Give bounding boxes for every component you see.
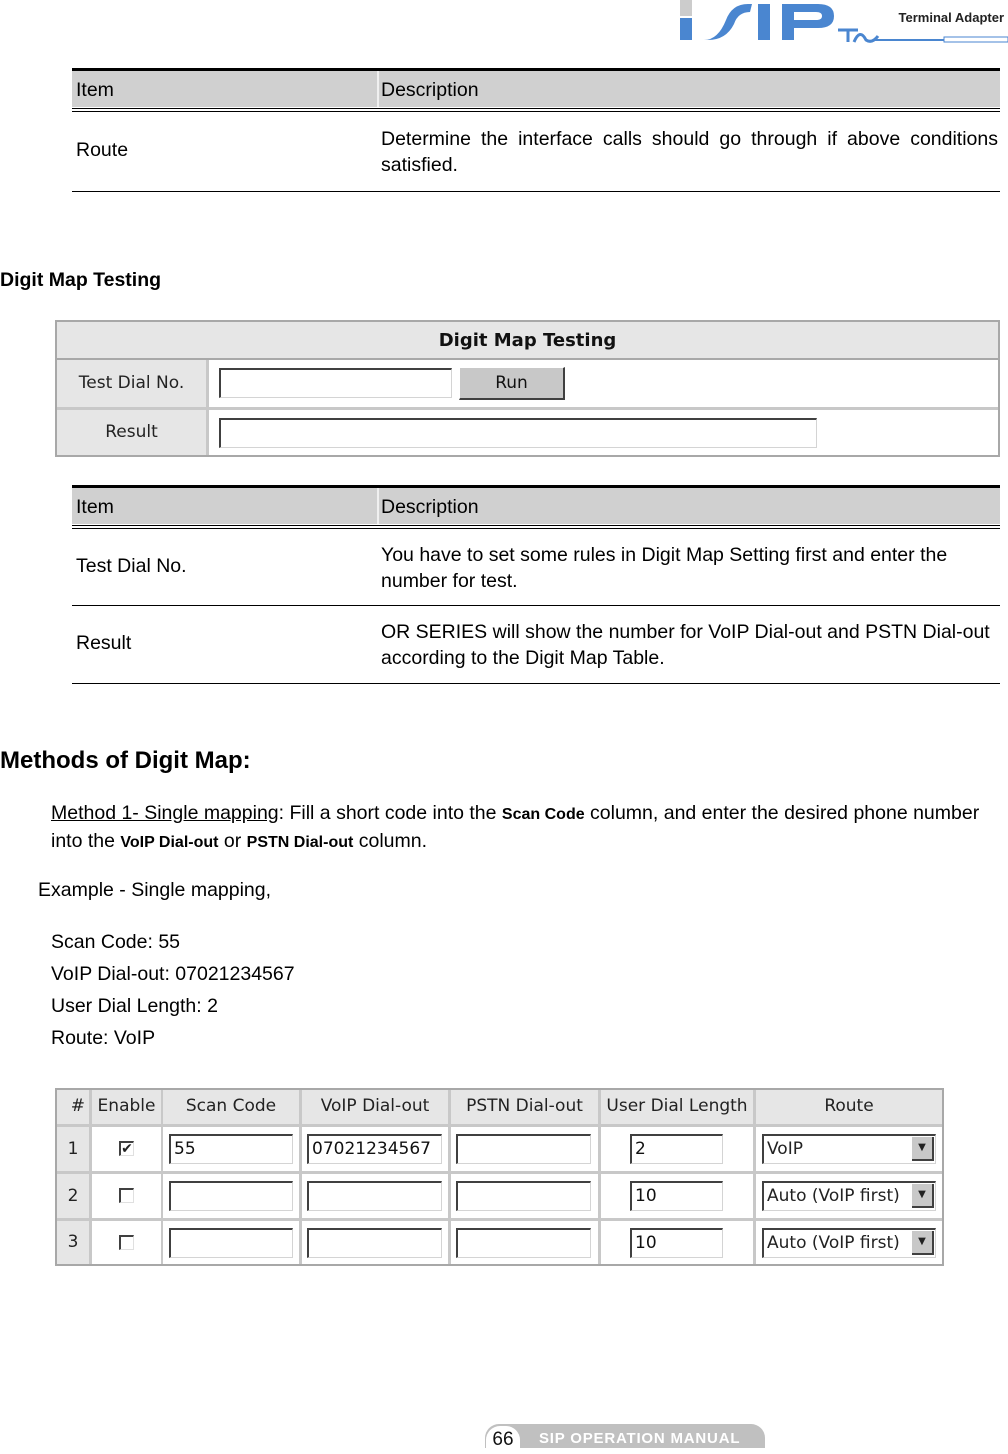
col-header-scan-code: Scan Code [163,1090,299,1124]
dropdown-arrow-icon[interactable]: ▼ [912,1231,934,1255]
table-row: Route Determine the interface calls shou… [72,112,1000,192]
manual-title: SIP OPERATION MANUAL [539,1430,741,1447]
table-header: Item Description [72,485,1000,529]
col-header-pstn-dial-out: PSTN Dial-out [451,1090,598,1124]
digit-map-grid: # Enable Scan Code VoIP Dial-out PSTN Di… [55,1088,944,1266]
table-header: Item Description [72,68,1000,112]
bold-term: VoIP Dial-out [120,834,219,851]
table-row: Result OR SERIES will show the number fo… [72,606,1000,684]
table-row: Test Dial No. You have to set some rules… [72,529,1000,606]
section-title-methods: Methods of Digit Map: [0,747,251,774]
col-header-enable: Enable [92,1090,161,1124]
row-item: Test Dial No. [76,555,187,577]
user-dial-length-input[interactable]: 10 [630,1181,723,1211]
col-header-route: Route [756,1090,942,1124]
method-1-link[interactable]: Method 1- Single mapping [51,802,279,824]
bold-term: PSTN Dial-out [246,834,354,851]
row-item: Result [76,632,132,654]
voip-dial-out-input[interactable]: 07021234567 [307,1134,442,1164]
example-line: VoIP Dial-out: 07021234567 [51,963,295,985]
scan-code-input[interactable]: 55 [169,1134,293,1164]
route-select-value: VoIP [767,1139,803,1159]
route-select[interactable]: Auto (VoIP first) ▼ [762,1181,936,1211]
row-description: You have to set some rules in Digit Map … [381,544,948,592]
section-title-digit-map-testing: Digit Map Testing [0,269,162,291]
col-header-num: # [57,1090,89,1124]
test-dial-label: Test Dial No. [57,360,209,407]
page-number: 66 [486,1426,520,1450]
digit-map-testing-description-table: Item Description Test Dial No. You have … [72,485,1000,684]
header-item: Item [76,496,114,518]
method-1-paragraph: Method 1- Single mapping: Fill a short c… [51,800,991,856]
digit-map-testing-panel: Digit Map Testing Test Dial No. Result R… [55,320,1000,457]
dropdown-arrow-icon[interactable]: ▼ [912,1137,934,1161]
header-item: Item [76,79,114,101]
voip-dial-out-input[interactable] [307,1181,442,1211]
row-description: OR SERIES will show the number for VoIP … [381,621,990,669]
row-item: Route [76,139,129,161]
route-select[interactable]: VoIP ▼ [762,1134,936,1164]
user-dial-length-input[interactable]: 10 [630,1228,723,1258]
route-select[interactable]: Auto (VoIP first) ▼ [762,1228,936,1258]
route-description-table: Item Description Route Determine the int… [72,68,1000,192]
text: : Fill a short code into the [278,802,502,824]
text: column. [353,830,428,852]
header-description: Description [381,496,479,518]
pstn-dial-out-input[interactable] [456,1181,591,1211]
row-number: 1 [57,1127,89,1171]
run-button[interactable]: Run [459,367,565,400]
enable-checkbox[interactable] [119,1188,134,1203]
example-line: Scan Code: 55 [51,931,181,953]
result-field[interactable] [219,418,817,448]
brand-logo: Terminal Adapter [678,0,1008,45]
row-description: Determine the interface calls should go … [381,128,998,176]
col-header-voip-dial-out: VoIP Dial-out [302,1090,448,1124]
panel-title: Digit Map Testing [57,322,998,360]
row-number: 2 [57,1174,89,1218]
pstn-dial-out-input[interactable] [456,1228,591,1258]
bold-term: Scan Code [501,806,585,823]
text: or [218,830,247,852]
header-title: Terminal Adapter [898,10,1004,25]
example-line: User Dial Length: 2 [51,995,218,1017]
voip-dial-out-input[interactable] [307,1228,442,1258]
example-line: Route: VoIP [51,1027,156,1049]
header-description: Description [381,79,479,101]
route-select-value: Auto (VoIP first) [767,1186,900,1206]
row-number: 3 [57,1221,89,1264]
col-header-user-dial-length: User Dial Length [601,1090,753,1124]
dropdown-arrow-icon[interactable]: ▼ [912,1184,934,1208]
scan-code-input[interactable] [169,1228,293,1258]
page-footer: 66 SIP OPERATION MANUAL [485,1424,765,1450]
enable-checkbox[interactable]: ✔ [119,1141,134,1156]
test-dial-input[interactable] [219,368,452,398]
route-select-value: Auto (VoIP first) [767,1233,900,1253]
enable-checkbox[interactable] [119,1235,134,1250]
scan-code-input[interactable] [169,1181,293,1211]
pstn-dial-out-input[interactable] [456,1134,591,1164]
result-label: Result [57,410,209,455]
user-dial-length-input[interactable]: 2 [630,1134,723,1164]
example-title: Example - Single mapping, [38,879,272,901]
